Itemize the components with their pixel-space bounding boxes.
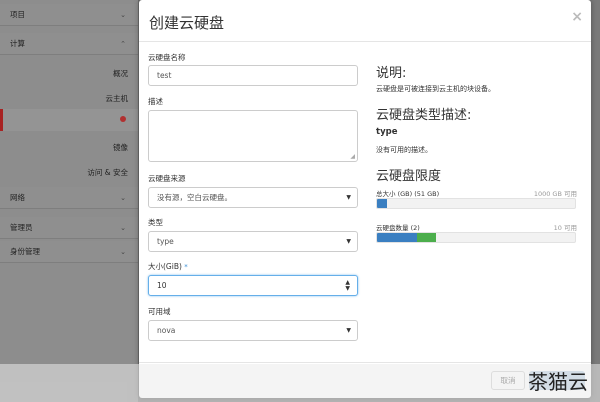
dropdown-caret-icon: ▼: [346, 194, 351, 201]
volume-count-label-text: 云硬盘数量: [376, 224, 409, 232]
sidebar-section-network-label: 网络: [10, 193, 25, 202]
total-size-progress-bar: [376, 198, 576, 209]
sidebar-item-volumes-dot: [120, 116, 126, 122]
volume-type-name: type: [376, 127, 398, 137]
volume-count-max: 10 可用: [553, 224, 577, 232]
volume-type-select[interactable]: type ▼: [148, 231, 358, 252]
sidebar-section-admin-label: 管理员: [10, 223, 33, 232]
description-textarea[interactable]: ◢: [148, 110, 358, 162]
chevron-down-icon: ⌄: [120, 193, 126, 202]
chevron-down-icon: ⌄: [120, 247, 126, 256]
volume-name-label: 云硬盘名称: [148, 53, 186, 62]
volume-source-select[interactable]: 没有源，空白云硬盘。 ▼: [148, 187, 358, 208]
volume-name-input[interactable]: test: [148, 65, 358, 86]
volume-type-description-heading: 云硬盘类型描述:: [376, 108, 472, 123]
total-size-max: 1000 GB 可用: [533, 190, 577, 198]
modal-title: 创建云硬盘: [149, 14, 225, 32]
sidebar-item-volumes[interactable]: [0, 109, 138, 131]
description-text: 云硬盘是可被连接到云主机的块设备。: [376, 85, 495, 93]
size-input[interactable]: 10 ▲ ▼: [148, 275, 358, 296]
sidebar-section-compute-label: 计算: [10, 39, 25, 48]
volume-type-value: type: [157, 237, 174, 246]
modal-header: 创建云硬盘 ×: [139, 0, 591, 42]
required-mark: *: [184, 263, 188, 271]
watermark-text: 茶猫云: [528, 370, 588, 394]
close-icon[interactable]: ×: [571, 9, 583, 25]
volume-name-value: test: [157, 71, 172, 80]
volume-source-value: 没有源，空白云硬盘。: [157, 193, 232, 202]
volume-count-used: (2): [410, 224, 420, 232]
dropdown-caret-icon: ▼: [346, 238, 351, 245]
sidebar-active-indicator: [0, 109, 3, 131]
description-label: 描述: [148, 97, 163, 106]
volume-count-progress-bar: [376, 232, 576, 243]
volume-source-label: 云硬盘来源: [148, 174, 186, 183]
availability-zone-label: 可用域: [148, 307, 171, 316]
sidebar-section-compute[interactable]: 计算 ⌃: [0, 33, 138, 55]
sidebar-item-access-security[interactable]: 访问 & 安全: [87, 167, 128, 178]
description-heading: 说明:: [376, 66, 407, 81]
sidebar-item-overview[interactable]: 概况: [113, 68, 128, 79]
volume-count-progress-used: [377, 233, 417, 242]
volume-count-progress-new: [416, 233, 437, 242]
total-size-label-text: 总大小 (GB): [376, 190, 413, 198]
sidebar-section-project-label: 项目: [10, 10, 25, 19]
total-size-label: 总大小 (GB) (51 GB): [376, 188, 439, 198]
size-label: 大小(GiB) *: [148, 261, 188, 272]
sidebar-section-network[interactable]: 网络 ⌄: [0, 187, 138, 209]
volume-count-label: 云硬盘数量 (2): [376, 222, 420, 232]
stepper-icon[interactable]: ▲ ▼: [345, 280, 350, 292]
watermark-strip: [0, 364, 600, 402]
volume-limits-heading: 云硬盘限度: [376, 169, 442, 184]
total-size-progress-fill: [377, 199, 388, 208]
volume-type-label: 类型: [148, 218, 163, 227]
chevron-up-icon: ⌃: [120, 39, 126, 48]
dropdown-caret-icon: ▼: [346, 327, 351, 334]
sidebar-section-identity-label: 身份管理: [10, 247, 40, 256]
background-overlay: [590, 0, 600, 402]
volume-type-text: 没有可用的描述。: [376, 146, 432, 154]
size-label-text: 大小(GiB): [148, 262, 182, 271]
chevron-down-icon: ⌄: [120, 10, 126, 19]
sidebar-item-instances[interactable]: 云主机: [106, 93, 129, 104]
sidebar-section-identity[interactable]: 身份管理 ⌄: [0, 241, 138, 263]
resize-handle-icon[interactable]: ◢: [350, 153, 355, 160]
size-value: 10: [157, 281, 167, 290]
sidebar-section-admin[interactable]: 管理员 ⌄: [0, 217, 138, 239]
create-volume-modal: 创建云硬盘 × 云硬盘名称 test 描述 ◢ 云硬盘来源 没有源，空白云硬盘。…: [139, 0, 591, 398]
sidebar-section-project[interactable]: 项目 ⌄: [0, 4, 138, 26]
availability-zone-select[interactable]: nova ▼: [148, 320, 358, 341]
chevron-down-icon: ⌄: [120, 223, 126, 232]
sidebar-item-images[interactable]: 镜像: [113, 142, 128, 153]
sidebar: 项目 ⌄ 计算 ⌃ 概况 云主机 镜像 访问 & 安全 网络 ⌄ 管理员 ⌄ 身…: [0, 0, 138, 402]
total-size-used: (51 GB): [414, 190, 440, 198]
availability-zone-value: nova: [157, 326, 176, 335]
